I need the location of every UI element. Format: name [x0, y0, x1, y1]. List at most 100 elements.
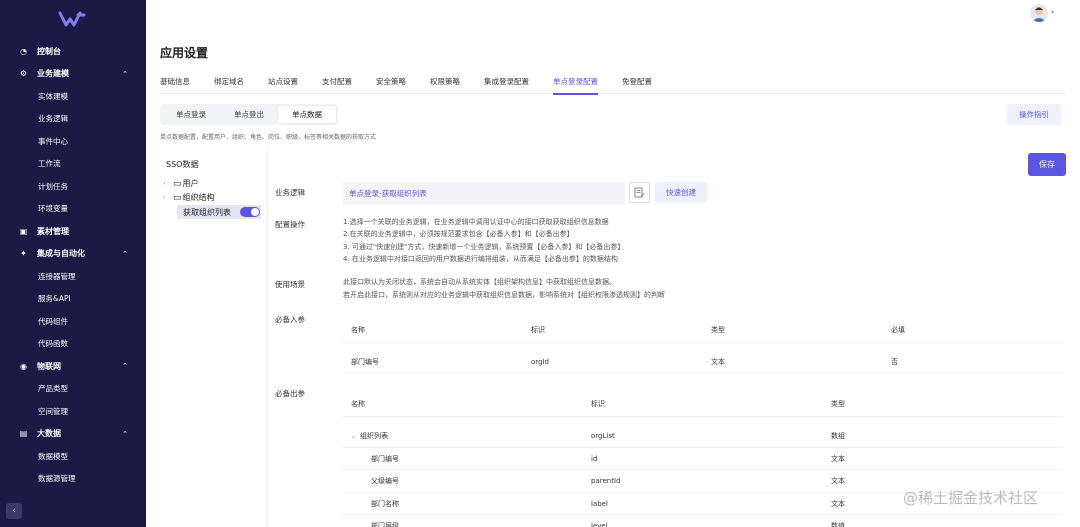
input-params-label: 必备入参	[275, 315, 305, 324]
column-header: 类型	[711, 326, 725, 334]
table-cell: orgId	[531, 358, 549, 366]
edit-logic-button[interactable]	[629, 182, 650, 203]
step-2: 2.在关联的业务逻辑中，必须按规范要求包含【必备入参】和【必备出参】	[343, 230, 574, 239]
tree-node-get-org-list[interactable]: 获取组织列表	[177, 205, 261, 219]
chevron-right-icon: ›	[163, 180, 166, 187]
chevron-up-icon: ⌃	[122, 69, 128, 78]
tab-2[interactable]: 站点设置	[268, 70, 298, 94]
sidebar-item[interactable]: 服务&API	[0, 288, 146, 311]
sidebar-group-1[interactable]: ⚙ 业务建模 ⌃	[0, 63, 146, 86]
user-avatar-icon	[1032, 7, 1046, 22]
sidebar-item[interactable]: 代码组件	[0, 310, 146, 333]
gear-icon: ⚙	[19, 69, 28, 79]
divider	[267, 151, 268, 527]
tree-node-org[interactable]: › ▭ 组织结构	[163, 192, 215, 203]
table-cell: label	[591, 499, 608, 508]
table-cell: 文本	[831, 477, 845, 485]
scene-label: 使用场景	[275, 280, 305, 289]
enable-toggle[interactable]	[240, 207, 260, 217]
sidebar-item[interactable]: 业务逻辑	[0, 108, 146, 131]
table-cell: ⌄ 组织列表	[351, 432, 389, 440]
guide-button[interactable]: 操作指引	[1007, 104, 1061, 125]
tree-node-users[interactable]: › ▭ 用户	[163, 178, 199, 189]
chevron-up-icon: ⌃	[122, 429, 128, 438]
sidebar-group-3[interactable]: ✦ 集成与自动化 ⌃	[0, 243, 146, 266]
page-title: 应用设置	[160, 46, 209, 60]
table-header: 名称 标识 类型 必填	[343, 318, 1063, 343]
logic-label: 业务逻辑	[275, 188, 305, 197]
step-4: 4. 在业务逻辑中对接口返回的用户数据进行编排组装，从而满足【必备出参】的数据结…	[343, 254, 618, 263]
tree-title: SSO数据	[166, 160, 199, 169]
sidebar-group-2[interactable]: ▣ 素材管理	[0, 220, 146, 243]
chevron-left-icon: ‹	[12, 506, 16, 516]
table-cell: parentId	[591, 477, 621, 485]
tab-7[interactable]: 单点登录配置	[553, 70, 598, 95]
tab-5[interactable]: 权限策略	[430, 70, 460, 94]
step-1: 1.选择一个关联的业务逻辑，在业务逻辑中调用认证中心的接口获取获取组织信息数据	[343, 218, 609, 226]
sidebar-group-label: 集成与自动化	[37, 249, 85, 259]
save-button[interactable]: 保存	[1028, 153, 1066, 176]
tab-1[interactable]: 绑定域名	[214, 70, 244, 94]
column-header: 名称	[351, 400, 365, 408]
tab-4[interactable]: 安全策略	[376, 70, 406, 94]
logo-icon	[58, 11, 86, 27]
tab-6[interactable]: 集成登录配置	[484, 70, 529, 94]
watermark: @稀土掘金技术社区	[903, 489, 1039, 507]
table-cell: 部门编号	[351, 358, 379, 366]
sidebar-item[interactable]: 产品类型	[0, 378, 146, 401]
sidebar-item[interactable]: 数据模型	[0, 445, 146, 468]
avatar[interactable]	[1030, 4, 1048, 22]
subtab-2[interactable]: 单点数据	[278, 106, 336, 123]
dashboard-icon: ◔	[20, 46, 27, 56]
sidebar-item[interactable]: 环境变量	[0, 198, 146, 221]
sidebar-group-5[interactable]: ▤ 大数据 ⌃	[0, 423, 146, 446]
table-cell: 数组	[831, 432, 845, 440]
sidebar-item[interactable]: 事件中心	[0, 130, 146, 153]
sidebar-group-4[interactable]: ◉ 物联网 ⌃	[0, 355, 146, 378]
collapse-sidebar-button[interactable]: ‹	[6, 503, 22, 519]
tab-0[interactable]: 基础信息	[160, 70, 190, 94]
logic-select[interactable]: 单点登录-获取组织列表	[343, 182, 625, 205]
config-label: 配置操作	[275, 220, 305, 229]
image-icon: ▣	[19, 226, 28, 236]
table-cell: 部门名称	[371, 499, 399, 508]
sidebar-item[interactable]: 工作流	[0, 153, 146, 176]
sidebar-item[interactable]: 实体建模	[0, 85, 146, 108]
subtab-0[interactable]: 单点登录	[162, 106, 220, 123]
sidebar-item[interactable]: 连接器管理	[0, 265, 146, 288]
sso-subtabs: 单点登录 单点登出 单点数据	[160, 104, 338, 125]
sidebar-group-label: 素材管理	[37, 226, 69, 236]
bigdata-icon: ▤	[19, 429, 28, 439]
table-row: 部门编号 id 文本	[343, 448, 1063, 470]
table-cell: 部门层级	[371, 522, 399, 527]
sidebar-item[interactable]: 计划任务	[0, 175, 146, 198]
sidebar-group-label: 控制台	[37, 46, 61, 56]
table-row: 部门层级 level 数值	[343, 515, 1063, 527]
table-cell: id	[591, 454, 598, 463]
sidebar-group-0[interactable]: ◔ 控制台	[0, 40, 146, 63]
sidebar-item[interactable]: 数据源管理	[0, 468, 146, 491]
scene-text: 此接口默认为关闭状态，系统会自动从系统实体【组织架构信息】中获取组织信息数据。 …	[343, 276, 665, 301]
column-header: 标识	[531, 326, 545, 334]
table-cell: 父级编号	[371, 477, 399, 485]
output-params-label: 必备出参	[275, 389, 305, 398]
sidebar-item[interactable]: 空间管理	[0, 400, 146, 423]
chevron-down-icon[interactable]: ⌄	[351, 433, 356, 440]
chevron-up-icon: ⌃	[122, 362, 128, 370]
table-row: ⌄ 组织列表 orgList 数组	[343, 425, 1063, 448]
column-header: 标识	[591, 400, 605, 408]
sidebar-item[interactable]: 代码函数	[0, 333, 146, 356]
column-header: 类型	[831, 400, 845, 408]
document-edit-icon	[634, 187, 645, 198]
config-steps: 1.选择一个关联的业务逻辑，在业务逻辑中调用认证中心的接口获取获取组织信息数据 …	[343, 216, 624, 265]
tab-3[interactable]: 支付配置	[322, 70, 352, 94]
table-cell: 文本	[711, 358, 725, 366]
table-cell: level	[591, 522, 608, 527]
quick-create-button[interactable]: 快速创建	[655, 182, 707, 203]
sidebar-group-label: 业务建模	[37, 69, 69, 79]
table-cell: 部门编号	[371, 454, 399, 463]
chevron-up-icon: ⌃	[122, 249, 128, 258]
tab-8[interactable]: 免登配置	[622, 70, 652, 94]
subtab-1[interactable]: 单点登出	[220, 106, 278, 123]
chevron-down-icon[interactable]: ▾	[1051, 9, 1054, 16]
